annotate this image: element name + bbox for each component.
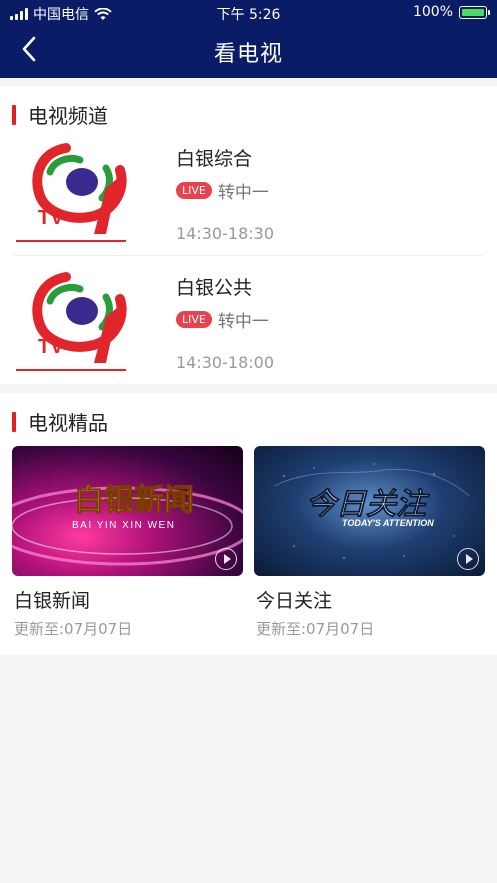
thumbnail-art: 白银新闻 BAI YIN XIN WEN [12, 484, 243, 566]
channel-item[interactable]: TV 白银综合 LIVE 转中一 14:30-18:30 [14, 138, 484, 256]
program-updated: 更新至:07月07日 [256, 620, 375, 638]
section-accent-bar [12, 104, 16, 125]
channel-logo: TV [16, 272, 127, 371]
svg-text:TV: TV [38, 207, 64, 229]
thumbnail-title: 今日关注 [306, 487, 430, 521]
top-bar: 中国电信 下午 5:26 100% 看电视 [0, 0, 497, 78]
svg-text:TV: TV [38, 336, 64, 358]
featured-section: 电视精品 白银新闻 BAI YIN XIN WEN 白银新闻 更新至:07月07… [0, 393, 497, 655]
thumbnail-title: 白银新闻 [74, 484, 194, 517]
channel-item[interactable]: TV 白银公共 LIVE 转中一 14:30-18:00 [14, 267, 484, 385]
current-program: 转中一 [217, 183, 269, 203]
channels-section: 电视频道 TV 白银综合 LIVE 转中一 14:30-18:30 TV 白银公… [0, 86, 497, 384]
page-title: 看电视 [213, 42, 283, 67]
channel-name: 白银公共 [176, 277, 253, 299]
thumbnail-subtitle: BAI YIN XIN WEN [72, 520, 175, 531]
section-title: 电视频道 [28, 104, 108, 128]
program-title: 白银新闻 [14, 590, 91, 612]
program-time: 14:30-18:00 [176, 353, 274, 372]
program-title: 今日关注 [256, 590, 333, 612]
battery-icon [459, 5, 490, 19]
live-row: LIVE 转中一 [176, 307, 269, 332]
live-row: LIVE 转中一 [176, 178, 269, 203]
section-title: 电视精品 [28, 411, 108, 435]
program-updated: 更新至:07月07日 [14, 620, 133, 638]
play-icon [215, 548, 237, 570]
program-card[interactable]: 今日关注 TODAY'S ATTENTION 今日关注 更新至:07月07日 [254, 446, 485, 646]
status-bar: 中国电信 下午 5:26 100% [0, 0, 497, 26]
thumbnail-art: 今日关注 TODAY'S ATTENTION [273, 463, 470, 560]
program-thumbnail: 白银新闻 BAI YIN XIN WEN [12, 446, 243, 576]
channel-name: 白银综合 [176, 148, 253, 170]
divider [14, 255, 483, 256]
program-time: 14:30-18:30 [176, 224, 274, 243]
live-badge: LIVE [176, 182, 212, 199]
live-badge: LIVE [176, 311, 212, 328]
current-program: 转中一 [217, 312, 269, 332]
section-header: 电视频道 [12, 100, 108, 129]
program-card[interactable]: 白银新闻 BAI YIN XIN WEN 白银新闻 更新至:07月07日 [12, 446, 243, 646]
play-icon [457, 548, 479, 570]
program-thumbnail: 今日关注 TODAY'S ATTENTION [254, 446, 485, 576]
channel-logo: TV [16, 143, 127, 242]
section-header: 电视精品 [12, 407, 108, 436]
thumbnail-subtitle: TODAY'S ATTENTION [342, 518, 434, 528]
section-accent-bar [12, 411, 16, 432]
nav-bar: 看电视 [0, 26, 497, 78]
battery-percent: 100% [412, 4, 453, 20]
